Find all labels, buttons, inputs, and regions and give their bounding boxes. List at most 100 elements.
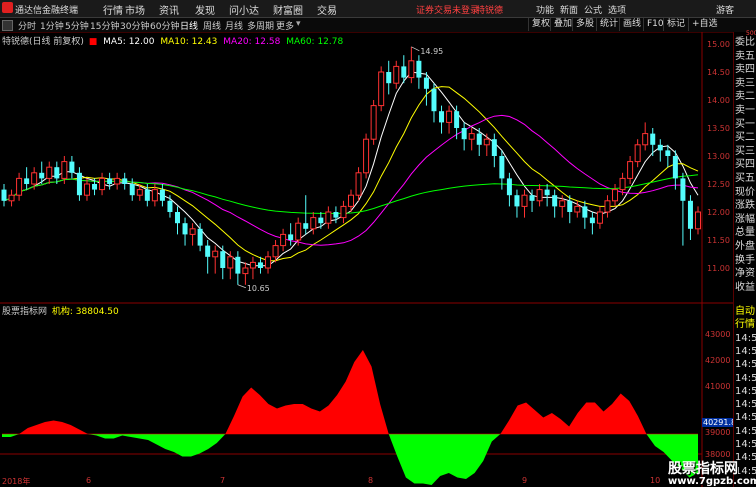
quote-field-label[interactable]: 委比	[735, 36, 756, 49]
menu-guest[interactable]: 游客	[716, 3, 734, 16]
quote-field-label[interactable]: 涨幅	[735, 213, 756, 226]
tick-list-item[interactable]: 14:5	[735, 345, 756, 358]
quote-field-label[interactable]: 涨跌	[735, 199, 756, 212]
period-weekly[interactable]: 周线	[203, 19, 221, 32]
quote-field-label[interactable]: 总量	[735, 226, 756, 239]
tick-list-item[interactable]: 14:5	[735, 398, 756, 411]
candle-body	[212, 250, 219, 258]
quote-field-label[interactable]: 买一	[735, 118, 756, 131]
quote-field-label[interactable]: 换手	[735, 254, 756, 267]
menu-options[interactable]: 选项	[608, 3, 626, 16]
period-minute[interactable]: 分时	[18, 19, 36, 32]
menu-function[interactable]: 功能	[536, 3, 554, 16]
tick-list-item[interactable]: 自动	[735, 305, 756, 318]
quote-field-label[interactable]: 卖一	[735, 104, 756, 117]
candle-body	[272, 245, 279, 258]
candle-body	[483, 138, 490, 146]
candle-body	[476, 133, 482, 145]
indicator-positive-area	[2, 350, 698, 434]
tick-list-item[interactable]: 14:5	[735, 358, 756, 371]
candle-body	[348, 194, 354, 207]
candle-body	[39, 172, 45, 179]
price-tick-label: 11.50	[707, 236, 730, 245]
quote-field-label[interactable]: 买五	[735, 172, 756, 185]
candle-body	[76, 172, 82, 196]
menu-item[interactable]: 问小达	[229, 2, 259, 17]
candle-body	[393, 65, 400, 84]
quote-field-label[interactable]: 买三	[735, 145, 756, 158]
candle-body	[529, 195, 535, 201]
period-1min[interactable]: 1分钟	[40, 19, 64, 32]
menu-item[interactable]: 资讯	[159, 2, 179, 17]
tick-list-item[interactable]: 14:5	[735, 372, 756, 385]
tick-list-item[interactable]: 14:5	[735, 332, 756, 345]
period-60min[interactable]: 60分钟	[150, 19, 179, 32]
chevron-down-icon[interactable]: ▾	[296, 19, 301, 29]
candle-body	[54, 167, 60, 179]
add-favorite-button[interactable]: +自选	[688, 18, 721, 31]
period-monthly[interactable]: 月线	[225, 19, 243, 32]
period-multi[interactable]: 多周期	[247, 19, 274, 32]
tick-list-item[interactable]: 14:5	[735, 385, 756, 398]
candle-body	[1, 189, 7, 201]
mark-button[interactable]: 标记	[663, 18, 688, 31]
tick-list-item[interactable]: 14:5	[735, 411, 756, 424]
quote-field-label[interactable]: 卖二	[735, 90, 756, 103]
candle-body	[559, 200, 566, 207]
candle-body	[363, 138, 370, 174]
candle-body	[122, 178, 128, 184]
tick-list-item[interactable]: 14:5	[735, 425, 756, 438]
quote-field-label[interactable]: 净资	[735, 267, 756, 280]
candle-body	[408, 60, 415, 79]
multi-stock-button[interactable]: 多股	[572, 18, 597, 31]
current-stock[interactable]: 特锐德	[476, 3, 503, 16]
period-30min[interactable]: 30分钟	[120, 19, 149, 32]
candle-body	[249, 261, 256, 269]
candle-body	[325, 211, 332, 224]
candle-body	[295, 222, 302, 241]
statistics-button[interactable]: 统计	[596, 18, 621, 31]
menu-item[interactable]: 行情	[103, 2, 123, 17]
quote-field-label[interactable]: 卖四	[735, 63, 756, 76]
quote-field-label[interactable]: 卖三	[735, 77, 756, 90]
period-5min[interactable]: 5分钟	[65, 19, 89, 32]
tick-list-item[interactable]: 14:5	[735, 438, 756, 451]
candle-body	[491, 139, 497, 156]
candle-body	[499, 156, 505, 179]
candle-body	[227, 256, 234, 269]
quote-field-label[interactable]: 外盘	[735, 240, 756, 253]
candle-body	[333, 212, 339, 218]
candle-body	[151, 189, 158, 202]
x-tick-label: 7	[220, 476, 226, 485]
quote-field-label[interactable]: 买二	[735, 131, 756, 144]
candle-body	[619, 177, 626, 191]
low-marker	[237, 284, 246, 289]
menu-item[interactable]: 市场	[125, 2, 145, 17]
menu-formula[interactable]: 公式	[584, 3, 602, 16]
candle-body	[574, 205, 581, 213]
quote-field-label[interactable]: 收益	[735, 281, 756, 294]
menu-item[interactable]: 财富圈	[273, 2, 303, 17]
candle-body	[242, 267, 249, 275]
price-tick-label: 12.00	[707, 208, 730, 217]
quote-field-label[interactable]: 卖五	[735, 50, 756, 63]
tick-list-item[interactable]: 行情	[735, 318, 756, 331]
indicator-tick-label: 41000	[705, 382, 731, 391]
quote-field-label[interactable]: 现价	[735, 186, 756, 199]
login-status[interactable]: 证券交易未登录	[416, 3, 479, 16]
stock-chart[interactable]: 14.95 10.65	[0, 32, 733, 487]
menu-item[interactable]: 交易	[317, 2, 337, 17]
current-indicator-value: 40291.8	[702, 418, 738, 427]
layout-icon[interactable]	[2, 20, 13, 31]
candle-body	[506, 178, 512, 196]
menu-new-page[interactable]: 新面	[560, 3, 578, 16]
menu-item[interactable]: 发现	[195, 2, 215, 17]
candle-body	[446, 110, 453, 123]
period-15min[interactable]: 15分钟	[90, 19, 119, 32]
period-more[interactable]: 更多	[276, 19, 294, 32]
period-daily[interactable]: 日线	[180, 19, 198, 32]
quote-field-label[interactable]: 买四	[735, 158, 756, 171]
draw-line-button[interactable]: 画线	[619, 18, 644, 31]
app-title: 通达信金融终端	[15, 6, 79, 16]
candle-body	[92, 184, 98, 190]
